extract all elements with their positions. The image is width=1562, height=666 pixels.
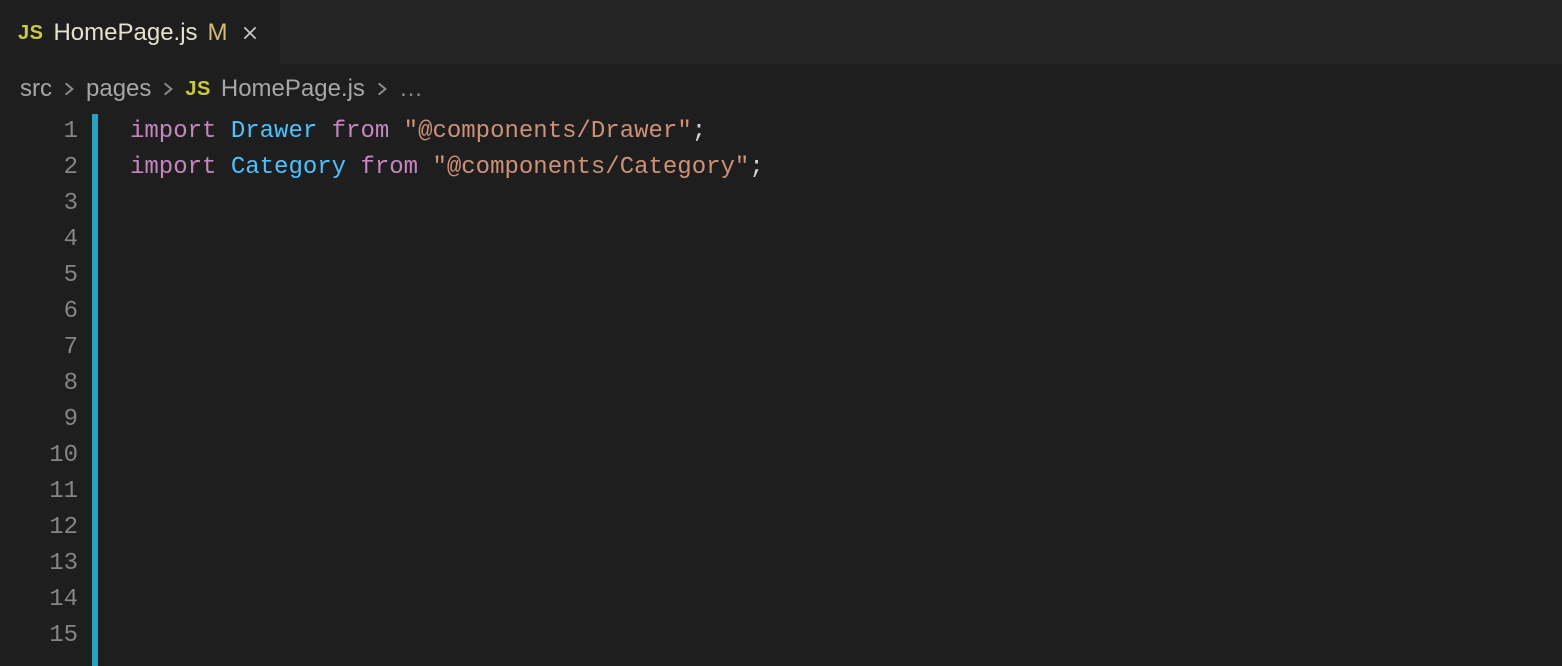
chevron-right-icon bbox=[60, 80, 78, 98]
chevron-right-icon bbox=[373, 80, 391, 98]
code-line[interactable] bbox=[130, 618, 1562, 654]
line-number: 8 bbox=[0, 366, 82, 402]
line-number: 14 bbox=[0, 582, 82, 618]
code-line[interactable] bbox=[130, 186, 1562, 222]
breadcrumb-symbol-ellipsis[interactable]: … bbox=[399, 75, 423, 103]
breadcrumb-file[interactable]: HomePage.js bbox=[221, 75, 365, 103]
line-number: 9 bbox=[0, 402, 82, 438]
breadcrumb-segment-src[interactable]: src bbox=[20, 75, 52, 103]
line-number: 15 bbox=[0, 618, 82, 654]
code-line[interactable] bbox=[130, 546, 1562, 582]
code-line[interactable] bbox=[130, 582, 1562, 618]
line-number: 2 bbox=[0, 150, 82, 186]
code-line[interactable] bbox=[130, 366, 1562, 402]
code-line[interactable] bbox=[130, 438, 1562, 474]
code-line[interactable] bbox=[130, 222, 1562, 258]
code-line[interactable]: import Drawer from "@components/Drawer"; bbox=[130, 114, 1562, 150]
line-number: 4 bbox=[0, 222, 82, 258]
line-number: 6 bbox=[0, 294, 82, 330]
code-line[interactable] bbox=[130, 294, 1562, 330]
line-number-gutter: 123456789101112131415 bbox=[0, 114, 92, 666]
tab-homepage-js[interactable]: JS HomePage.js M bbox=[0, 0, 280, 64]
line-number: 5 bbox=[0, 258, 82, 294]
tab-bar: JS HomePage.js M bbox=[0, 0, 1562, 64]
line-number: 1 bbox=[0, 114, 82, 150]
code-line[interactable] bbox=[130, 510, 1562, 546]
code-line[interactable] bbox=[130, 402, 1562, 438]
line-number: 11 bbox=[0, 474, 82, 510]
line-number: 10 bbox=[0, 438, 82, 474]
javascript-file-icon: JS bbox=[185, 78, 210, 101]
code-line[interactable] bbox=[130, 258, 1562, 294]
tab-title: HomePage.js bbox=[53, 19, 197, 47]
line-number: 12 bbox=[0, 510, 82, 546]
code-line[interactable]: import Category from "@components/Catego… bbox=[130, 150, 1562, 186]
line-number: 7 bbox=[0, 330, 82, 366]
line-number: 3 bbox=[0, 186, 82, 222]
breadcrumb-segment-pages[interactable]: pages bbox=[86, 75, 151, 103]
javascript-file-icon: JS bbox=[18, 22, 43, 45]
code-content[interactable]: import Drawer from "@components/Drawer";… bbox=[98, 114, 1562, 666]
editor-area[interactable]: 123456789101112131415 import Drawer from… bbox=[0, 114, 1562, 666]
close-icon[interactable] bbox=[238, 21, 262, 45]
line-number: 13 bbox=[0, 546, 82, 582]
code-line[interactable] bbox=[130, 474, 1562, 510]
chevron-right-icon bbox=[159, 80, 177, 98]
breadcrumb: src pages JS HomePage.js … bbox=[0, 64, 1562, 114]
code-line[interactable] bbox=[130, 330, 1562, 366]
tab-modified-indicator: M bbox=[208, 19, 228, 47]
